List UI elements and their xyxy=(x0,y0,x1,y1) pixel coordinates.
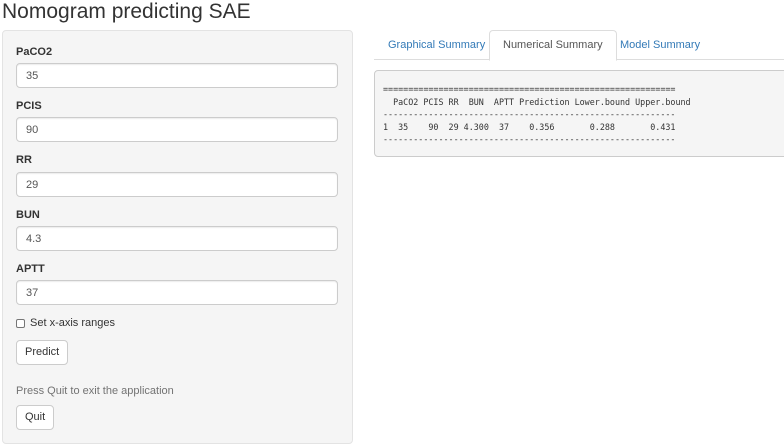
x-axis-ranges-checkbox[interactable] xyxy=(16,318,25,328)
x-axis-ranges-label: Set x-axis ranges xyxy=(30,317,115,329)
paco2-input[interactable] xyxy=(16,63,338,88)
bun-input[interactable] xyxy=(16,226,338,251)
sidebar-panel: PaCO2 PCIS RR BUN APTT Set x-axis ranges… xyxy=(2,30,353,444)
tab-numerical-summary[interactable]: Numerical Summary xyxy=(489,30,617,61)
quit-help-text: Press Quit to exit the application xyxy=(16,385,174,397)
pcis-input[interactable] xyxy=(16,117,338,142)
x-axis-ranges-option[interactable]: Set x-axis ranges xyxy=(16,316,115,330)
predict-button[interactable]: Predict xyxy=(16,340,69,365)
page-title: Nomogram predicting SAE xyxy=(2,0,251,23)
table-separator-top: ========================================… xyxy=(383,84,676,94)
table-row: 1 35 90 29 4.300 37 0.356 0.288 0.431 xyxy=(383,121,676,132)
aptt-input[interactable] xyxy=(16,280,338,305)
numerical-summary-output: ========================================… xyxy=(374,70,784,157)
bun-label: BUN xyxy=(16,209,40,221)
table-separator-bottom: ----------------------------------------… xyxy=(383,134,676,144)
paco2-label: PaCO2 xyxy=(16,46,53,58)
tab-model-summary[interactable]: Model Summary xyxy=(606,30,714,60)
rr-label: RR xyxy=(16,154,32,166)
aptt-label: APTT xyxy=(16,263,45,275)
quit-button[interactable]: Quit xyxy=(16,405,55,430)
pcis-label: PCIS xyxy=(16,100,42,112)
rr-input[interactable] xyxy=(16,172,338,197)
table-header: PaCO2 PCIS RR BUN APTT Prediction Lower.… xyxy=(383,96,691,107)
tab-graphical-summary[interactable]: Graphical Summary xyxy=(374,30,499,60)
table-separator-mid: ----------------------------------------… xyxy=(383,109,676,119)
output-tabs: Graphical Summary Numerical Summary Mode… xyxy=(374,30,784,61)
